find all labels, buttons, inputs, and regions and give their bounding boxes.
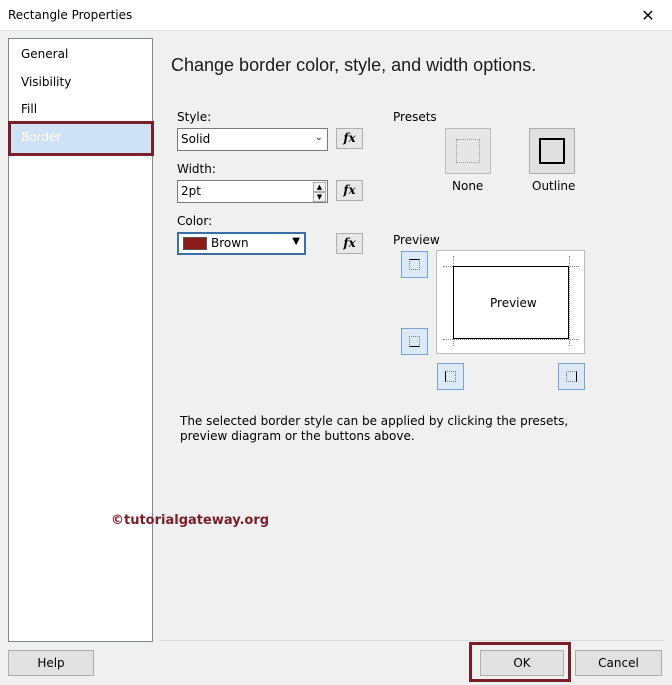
chevron-down-icon: ⌄ (314, 132, 323, 143)
width-stepper[interactable]: 2pt ▲ ▼ (177, 180, 328, 203)
page-title: Change border color, style, and width op… (171, 55, 537, 75)
sidebar-highlight-frame (8, 121, 154, 156)
ok-highlight-frame (469, 642, 571, 682)
color-label: Color: (177, 214, 213, 228)
left-border-button[interactable] (437, 363, 464, 390)
color-value: Brown (211, 236, 249, 250)
help-text: The selected border style can be applied… (180, 414, 569, 443)
cancel-button[interactable]: Cancel (575, 650, 662, 676)
style-label: Style: (177, 110, 212, 124)
style-dropdown[interactable]: Solid ⌄ (177, 128, 328, 151)
color-swatch (183, 237, 207, 250)
footer-divider (160, 640, 664, 641)
right-border-button[interactable] (558, 363, 585, 390)
preview-box-text: Preview (490, 296, 537, 310)
preset-outline-label: Outline (532, 179, 576, 193)
window-title: Rectangle Properties (8, 8, 133, 22)
color-expression-button[interactable]: fx (336, 233, 363, 254)
color-dropdown[interactable]: Brown ▼ (177, 232, 306, 255)
sidebar-item-visibility[interactable]: Visibility (21, 75, 71, 89)
preset-outline-button[interactable] (529, 128, 575, 174)
help-button[interactable]: Help (8, 650, 94, 676)
bottom-border-button[interactable] (401, 328, 428, 355)
style-value: Solid (181, 132, 211, 146)
close-icon[interactable]: ✕ (624, 0, 672, 31)
dropdown-arrow-icon: ▼ (292, 236, 300, 247)
top-border-icon (409, 259, 420, 270)
no-border-icon (456, 139, 480, 163)
preview-label: Preview (393, 233, 440, 247)
preset-none-button[interactable] (445, 128, 491, 174)
sidebar-item-fill[interactable]: Fill (21, 102, 37, 116)
bottom-border-icon (409, 336, 420, 347)
top-border-button[interactable] (401, 251, 428, 278)
left-border-icon (445, 371, 456, 382)
stepper-up-icon[interactable]: ▲ (313, 182, 326, 192)
sidebar-item-general[interactable]: General (21, 47, 68, 61)
style-expression-button[interactable]: fx (336, 128, 363, 149)
preset-none-label: None (452, 179, 484, 193)
stepper-down-icon[interactable]: ▼ (313, 192, 326, 202)
width-expression-button[interactable]: fx (336, 180, 363, 201)
preview-guide-bottom (443, 339, 579, 340)
width-label: Width: (177, 162, 216, 176)
width-value: 2pt (181, 184, 201, 198)
outline-border-icon (539, 138, 565, 164)
watermark: ©tutorialgateway.org (111, 513, 270, 528)
presets-label: Presets (393, 110, 437, 124)
preview-guide-right (569, 256, 570, 346)
right-border-icon (566, 371, 577, 382)
